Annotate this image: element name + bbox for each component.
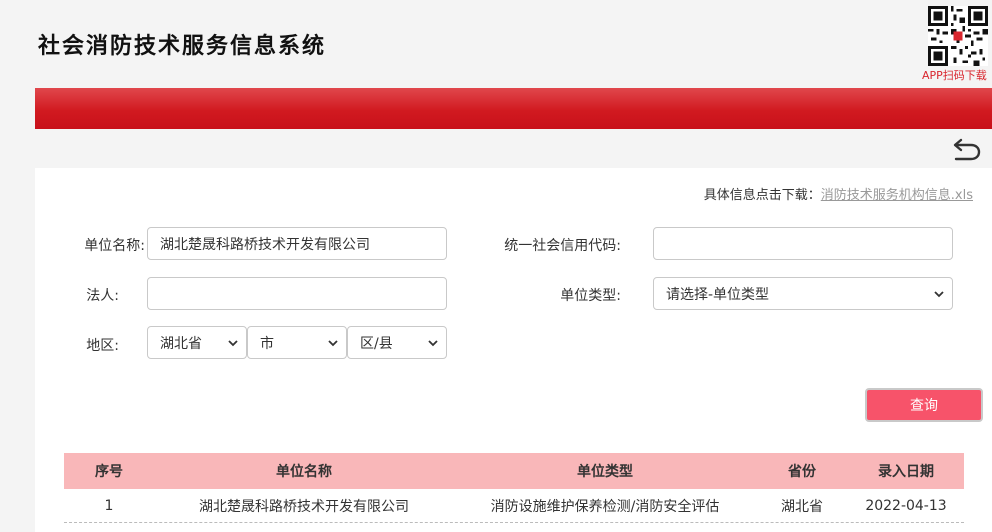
unit-type-label: 单位类型: [560, 288, 621, 304]
column-header-province: 省份 [788, 464, 816, 480]
province-select[interactable]: 湖北省 [147, 326, 247, 359]
qr-caption: APP扫码下载 [922, 69, 987, 82]
province-selected: 湖北省 [160, 335, 202, 352]
district-select[interactable]: 区/县 [347, 326, 447, 359]
region-label: 地区: [86, 338, 119, 354]
credit-code-input[interactable] [653, 227, 953, 260]
unit-name-input[interactable]: 湖北楚晟科路桥技术开发有限公司 [147, 227, 447, 260]
unit-type-select[interactable]: 请选择-单位类型 [653, 277, 953, 310]
chevron-down-icon [428, 339, 438, 346]
city-selected: 市 [260, 335, 274, 352]
page-header: 社会消防技术服务信息系统 APP扫码下载 [0, 0, 992, 88]
unit-type-selected: 请选择-单位类型 [666, 286, 770, 303]
results-table: 序号 单位名称 单位类型 省份 录入日期 1 湖北楚晟科路桥技术开发有限公司 消… [64, 453, 964, 523]
cell-province: 湖北省 [781, 498, 823, 515]
download-prompt: 具体信息点击下载： [703, 188, 821, 203]
header-banner [35, 88, 992, 129]
chevron-down-icon [328, 339, 338, 346]
table-header: 序号 单位名称 单位类型 省份 录入日期 [64, 453, 964, 489]
column-header-unit-name: 单位名称 [276, 464, 332, 480]
credit-code-label: 统一社会信用代码: [504, 238, 621, 254]
column-header-entry-date: 录入日期 [878, 464, 934, 480]
district-selected: 区/县 [360, 335, 393, 352]
legal-person-label: 法人: [86, 288, 119, 304]
table-row[interactable]: 1 湖北楚晟科路桥技术开发有限公司 消防设施维护保养检测/消防安全评估 湖北省 … [64, 489, 964, 523]
cell-unit-type: 消防设施维护保养检测/消防安全评估 [490, 498, 720, 515]
cell-unit-name: 湖北楚晟科路桥技术开发有限公司 [199, 498, 409, 515]
chevron-down-icon [228, 339, 238, 346]
query-button[interactable]: 查询 [865, 388, 983, 422]
cell-entry-date: 2022-04-13 [865, 497, 947, 514]
back-icon[interactable] [952, 136, 982, 162]
qr-code-icon [928, 6, 988, 66]
legal-person-input[interactable] [147, 277, 447, 310]
unit-name-value: 湖北楚晟科路桥技术开发有限公司 [160, 236, 370, 253]
download-row: 具体信息点击下载：消防技术服务机构信息.xls [704, 184, 973, 203]
city-select[interactable]: 市 [247, 326, 347, 359]
download-link[interactable]: 消防技术服务机构信息.xls [821, 188, 973, 203]
cell-index: 1 [104, 497, 114, 514]
column-header-index: 序号 [95, 464, 123, 480]
site-title: 社会消防技术服务信息系统 [38, 33, 327, 59]
search-panel: 具体信息点击下载：消防技术服务机构信息.xls 单位名称: 湖北楚晟科路桥技术开… [35, 168, 992, 532]
query-button-label: 查询 [910, 398, 938, 414]
column-header-unit-type: 单位类型 [577, 464, 633, 480]
chevron-down-icon [934, 290, 944, 297]
unit-name-label: 单位名称: [84, 238, 145, 254]
